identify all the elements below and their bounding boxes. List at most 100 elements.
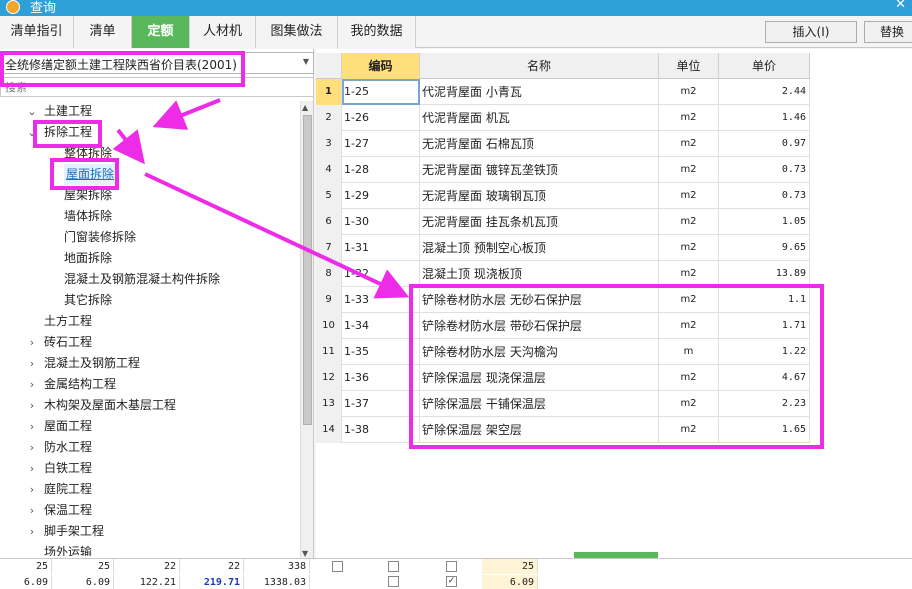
table-row[interactable]: 4 1-28 无泥背屋面 镀锌瓦垄铁顶 m2 0.73 — [316, 157, 810, 183]
row-name: 铲除卷材防水层 天沟檐沟 — [420, 339, 659, 365]
chevron-right-icon[interactable]: › — [26, 458, 38, 479]
row-index: 10 — [316, 313, 342, 339]
chevron-right-icon[interactable]: › — [26, 500, 38, 521]
row-name: 铲除保温层 干铺保温层 — [420, 391, 659, 417]
table-row[interactable]: 14 1-38 铲除保温层 架空层 m2 1.65 — [316, 417, 810, 443]
tree-item-label: 保温工程 — [44, 503, 93, 517]
summary-cell: 122.21 — [114, 575, 180, 589]
tree-item[interactable]: › 庭院工程 — [0, 479, 300, 500]
row-price: 0.73 — [719, 183, 810, 209]
row-price: 2.44 — [719, 79, 810, 105]
chevron-right-icon[interactable]: › — [26, 416, 38, 437]
table-row[interactable]: 8 1-32 混凝土顶 现浇板顶 m2 13.89 — [316, 261, 810, 287]
table-row[interactable]: 5 1-29 无泥背屋面 玻璃钢瓦顶 m2 0.73 — [316, 183, 810, 209]
header-name[interactable]: 名称 — [420, 53, 659, 79]
tab-bill-guide[interactable]: 清单指引 — [0, 16, 74, 48]
scroll-down-icon[interactable]: ▼ — [302, 549, 308, 558]
row-unit: m2 — [659, 365, 719, 391]
summary-cell: 6.09 — [0, 575, 52, 589]
tree-item[interactable]: ⌄ 土建工程 — [0, 101, 300, 122]
summary-cell: 22 — [114, 559, 180, 574]
chevron-right-icon[interactable]: › — [26, 521, 38, 542]
table-row[interactable]: 13 1-37 铲除保温层 干铺保温层 m2 2.23 — [316, 391, 810, 417]
tree-item[interactable]: › 砖石工程 — [0, 332, 300, 353]
tab-bar: 清单指引 清单 定额 人材机 图集做法 我的数据 插入(I) 替换 — [0, 16, 912, 48]
grid-header: 编码 名称 单位 单价 — [316, 53, 810, 79]
chevron-down-icon[interactable]: ⌄ — [26, 101, 38, 122]
tree-scrollbar[interactable]: ▲ ▼ — [300, 101, 313, 558]
tab-bill[interactable]: 清单 — [74, 16, 132, 48]
row-unit: m2 — [659, 235, 719, 261]
table-row[interactable]: 2 1-26 代泥背屋面 机瓦 m2 1.46 — [316, 105, 810, 131]
tree-item-label: 整体拆除 — [64, 146, 113, 160]
table-row[interactable]: 10 1-34 铲除卷材防水层 带砂石保护层 m2 1.71 — [316, 313, 810, 339]
tree-item[interactable]: › 屋面工程 — [0, 416, 300, 437]
summary-cell: 219.71 — [180, 575, 244, 589]
tree-item[interactable]: 地面拆除 — [0, 248, 300, 269]
tree-item[interactable]: ⌄ 拆除工程 — [0, 122, 300, 143]
header-code[interactable]: 编码 — [342, 53, 420, 79]
summary-checkbox[interactable] — [332, 561, 343, 572]
tree-item[interactable]: 门窗装修拆除 — [0, 227, 300, 248]
header-index — [316, 53, 342, 79]
chevron-right-icon[interactable]: › — [26, 479, 38, 500]
header-price[interactable]: 单价 — [719, 53, 810, 79]
scroll-thumb[interactable] — [303, 115, 312, 425]
chevron-right-icon[interactable]: › — [26, 437, 38, 458]
tree-item[interactable]: 其它拆除 — [0, 290, 300, 311]
row-code: 1-27 — [342, 131, 420, 157]
tree-item[interactable]: 混凝土及钢筋混凝土构件拆除 — [0, 269, 300, 290]
tree-item[interactable]: 场外运输 — [0, 542, 300, 556]
table-row[interactable]: 12 1-36 铲除保温层 现浇保温层 m2 4.67 — [316, 365, 810, 391]
row-price: 4.67 — [719, 365, 810, 391]
search-box[interactable] — [0, 77, 314, 97]
tree-item[interactable]: › 保温工程 — [0, 500, 300, 521]
summary-checkbox[interactable] — [388, 561, 399, 572]
tree-item[interactable]: › 白铁工程 — [0, 458, 300, 479]
row-price: 2.23 — [719, 391, 810, 417]
insert-button[interactable]: 插入(I) — [765, 21, 857, 43]
table-row[interactable]: 11 1-35 铲除卷材防水层 天沟檐沟 m 1.22 — [316, 339, 810, 365]
tab-labor-material-machine[interactable]: 人材机 — [190, 16, 256, 48]
table-row[interactable]: 3 1-27 无泥背屋面 石棉瓦顶 m2 0.97 — [316, 131, 810, 157]
tab-my-data[interactable]: 我的数据 — [338, 16, 416, 48]
tab-atlas-method[interactable]: 图集做法 — [256, 16, 338, 48]
tree-item[interactable]: › 脚手架工程 — [0, 521, 300, 542]
summary-checkbox[interactable] — [388, 576, 399, 587]
quota-book-select[interactable]: 全统修缮定额土建工程陕西省价目表(2001) ▼ — [0, 52, 314, 74]
row-name: 混凝土顶 现浇板顶 — [420, 261, 659, 287]
row-name: 混凝土顶 预制空心板顶 — [420, 235, 659, 261]
tree-item[interactable]: 屋架拆除 — [0, 185, 300, 206]
tree-item[interactable]: 土方工程 — [0, 311, 300, 332]
close-icon[interactable]: ✕ — [895, 0, 906, 12]
tab-quota[interactable]: 定额 — [132, 16, 190, 48]
chevron-down-icon[interactable]: ⌄ — [26, 122, 38, 143]
row-code: 1-37 — [342, 391, 420, 417]
tree-item-label: 混凝土及钢筋工程 — [44, 356, 141, 370]
chevron-right-icon[interactable]: › — [26, 395, 38, 416]
summary-checkbox[interactable] — [446, 561, 457, 572]
scroll-up-icon[interactable]: ▲ — [302, 103, 308, 112]
header-unit[interactable]: 单位 — [659, 53, 719, 79]
tree-item[interactable]: 屋面拆除 — [0, 164, 300, 185]
row-index: 5 — [316, 183, 342, 209]
table-row[interactable]: 9 1-33 铲除卷材防水层 无砂石保护层 m2 1.1 — [316, 287, 810, 313]
tree-item[interactable]: › 防水工程 — [0, 437, 300, 458]
tree-item[interactable]: 整体拆除 — [0, 143, 300, 164]
table-row[interactable]: 7 1-31 混凝土顶 预制空心板顶 m2 9.65 — [316, 235, 810, 261]
tree-item[interactable]: 墙体拆除 — [0, 206, 300, 227]
chevron-right-icon[interactable]: › — [26, 353, 38, 374]
chevron-down-icon[interactable]: ▼ — [303, 57, 309, 66]
tree-item[interactable]: › 混凝土及钢筋工程 — [0, 353, 300, 374]
replace-button[interactable]: 替换 — [864, 21, 912, 43]
search-input[interactable] — [1, 78, 313, 96]
summary-checkbox-checked[interactable]: ✓ — [446, 576, 457, 587]
chevron-right-icon[interactable]: › — [26, 374, 38, 395]
tree-item[interactable]: › 木构架及屋面木基层工程 — [0, 395, 300, 416]
tree-item[interactable]: › 金属结构工程 — [0, 374, 300, 395]
row-price: 9.65 — [719, 235, 810, 261]
table-row[interactable]: 6 1-30 无泥背屋面 挂瓦条机瓦顶 m2 1.05 — [316, 209, 810, 235]
row-index: 12 — [316, 365, 342, 391]
table-row[interactable]: 1 1-25 代泥背屋面 小青瓦 m2 2.44 — [316, 79, 810, 105]
chevron-right-icon[interactable]: › — [26, 332, 38, 353]
